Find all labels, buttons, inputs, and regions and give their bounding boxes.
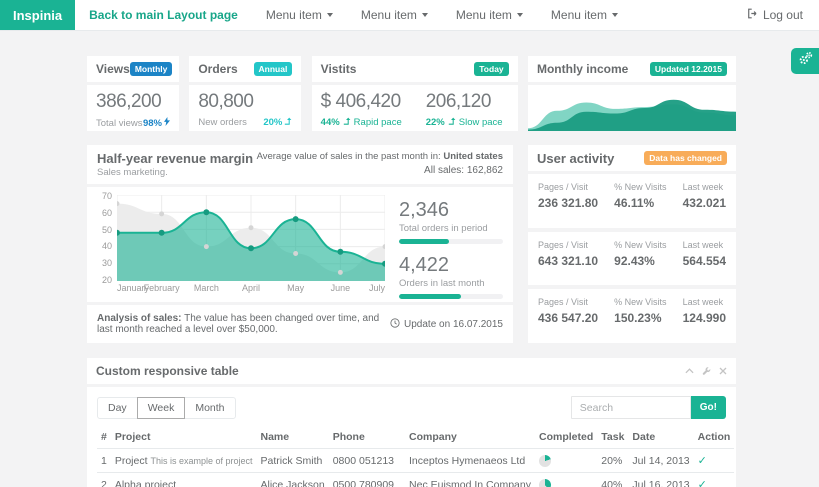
views-card: Views Monthly 386,200 Total views 98% (87, 56, 179, 131)
bolt-icon (164, 117, 170, 129)
y-axis-tick: 30 (97, 258, 112, 268)
sign-out-icon (747, 8, 758, 22)
y-axis: 70 60 50 40 30 20 (97, 191, 117, 285)
revenue-title: Half-year revenue margin (97, 151, 253, 166)
y-axis-tick: 70 (97, 191, 112, 201)
user-activity-title: User activity (537, 151, 614, 166)
income-card-title: Monthly income (537, 62, 628, 76)
annual-badge: Annual (254, 62, 293, 76)
go-button[interactable]: Go! (691, 396, 726, 419)
collapse-icon[interactable] (685, 368, 694, 374)
activity-row: Pages / Visit436 547.20 % New Visits150.… (528, 289, 736, 343)
filter-week-button[interactable]: Week (137, 397, 186, 419)
activity-row: Pages / Visit236 321.80 % New Visits46.1… (528, 174, 736, 228)
completed-pie-chart (539, 455, 551, 467)
table-panel: Custom responsive table Day Week Month G… (87, 358, 736, 487)
visits-delta-1: 44%Rapid pace (321, 117, 402, 128)
average-sales-line: Average value of sales in the past month… (257, 151, 503, 162)
views-label: Total views (96, 118, 142, 129)
menu-item-2[interactable]: Menu item (361, 0, 428, 30)
analysis-text: Analysis of sales: The value has been ch… (97, 313, 390, 335)
progress-bar (399, 294, 503, 299)
y-axis-tick: 60 (97, 208, 112, 218)
monthly-badge: Monthly (130, 62, 173, 76)
level-up-icon (343, 117, 351, 128)
caret-down-icon (327, 13, 333, 17)
menu-item-1[interactable]: Menu item (266, 0, 333, 30)
orders-delta: 20% (263, 117, 292, 128)
table-panel-title: Custom responsive table (96, 364, 239, 378)
caret-down-icon (422, 13, 428, 17)
x-axis: JanuaryFebruaryMarchAprilMayJuneJuly (117, 281, 385, 294)
visits-value-1: $ 406,420 (321, 91, 402, 113)
orders-last-month-stat: 4,422 Orders in last month (399, 254, 503, 299)
x-axis-label: May (287, 283, 304, 293)
visits-card: Vistits Today $ 406,420 44%Rapid pace 20… (312, 56, 518, 131)
completed-pie-chart (539, 479, 551, 487)
wrench-icon[interactable] (702, 367, 711, 376)
table-row: 2 Alpha project Alice Jackson 0500 78090… (97, 473, 734, 487)
menu-item-3[interactable]: Menu item (456, 0, 523, 30)
orders-label: New orders (198, 117, 247, 128)
updated-badge: Updated 12.2015 (650, 62, 727, 76)
orders-in-period-stat: 2,346 Total orders in period (399, 199, 503, 244)
menu-item-4[interactable]: Menu item (551, 0, 618, 30)
level-up-icon (448, 117, 456, 128)
check-icon[interactable]: ✓ (698, 455, 707, 467)
revenue-subtitle: Sales marketing. (97, 167, 253, 178)
x-axis-label: June (331, 283, 351, 293)
views-card-title: Views (96, 62, 130, 76)
logout-button[interactable]: Log out (747, 0, 803, 30)
x-axis-label: February (144, 283, 180, 293)
projects-table: # Project Name Phone Company Completed T… (97, 426, 734, 487)
orders-value: 80,800 (198, 91, 292, 113)
check-icon[interactable]: ✓ (698, 479, 707, 487)
visits-value-2: 206,120 (426, 91, 503, 113)
level-up-icon (284, 117, 292, 128)
orders-card: Orders Annual 80,800 New orders 20% (189, 56, 301, 131)
main-content: Views Monthly 386,200 Total views 98% Or… (87, 56, 736, 487)
activity-row: Pages / Visit643 321.10 % New Visits92.4… (528, 232, 736, 286)
caret-down-icon (612, 13, 618, 17)
data-changed-badge: Data has changed (644, 151, 727, 165)
monthly-income-card: Monthly income Updated 12.2015 (528, 56, 736, 131)
brand-logo[interactable]: Inspinia (0, 0, 75, 30)
stats-row: Views Monthly 386,200 Total views 98% Or… (87, 56, 736, 131)
all-sales-line: All sales: 162,862 (257, 165, 503, 176)
user-activity-panel: User activity Data has changed Pages / V… (528, 145, 736, 343)
theme-settings-button[interactable] (791, 48, 819, 74)
close-icon[interactable] (719, 367, 727, 375)
views-delta: 98% (143, 117, 170, 129)
filter-day-button[interactable]: Day (97, 397, 138, 419)
filter-month-button[interactable]: Month (184, 397, 235, 419)
views-value: 386,200 (96, 91, 170, 113)
back-to-layout-link[interactable]: Back to main Layout page (89, 0, 238, 30)
progress-bar (399, 239, 503, 244)
income-mini-chart (528, 85, 736, 131)
period-filter: Day Week Month (97, 397, 236, 419)
top-navbar: Inspinia Back to main Layout page Menu i… (0, 0, 819, 31)
x-axis-label: March (194, 283, 219, 293)
orders-card-title: Orders (198, 62, 237, 76)
revenue-chart: 706050403020 JanuaryFebruaryMarchAprilMa… (97, 195, 385, 299)
search-input[interactable] (571, 396, 691, 419)
table-header-row: # Project Name Phone Company Completed T… (97, 426, 734, 449)
y-axis-tick: 40 (97, 241, 112, 251)
x-axis-label: July (369, 283, 385, 293)
y-axis-tick: 50 (97, 225, 112, 235)
table-row: 1 Project This is example of project Pat… (97, 449, 734, 473)
update-date: Update on 16.07.2015 (390, 318, 503, 331)
x-axis-label: April (242, 283, 260, 293)
visits-delta-2: 22%Slow pace (426, 117, 503, 128)
gears-icon (798, 51, 813, 71)
revenue-panel: Half-year revenue margin Sales marketing… (87, 145, 513, 343)
y-axis-tick: 20 (97, 275, 112, 285)
today-badge: Today (474, 62, 508, 76)
visits-card-title: Vistits (321, 62, 357, 76)
caret-down-icon (517, 13, 523, 17)
clock-icon (390, 318, 400, 331)
